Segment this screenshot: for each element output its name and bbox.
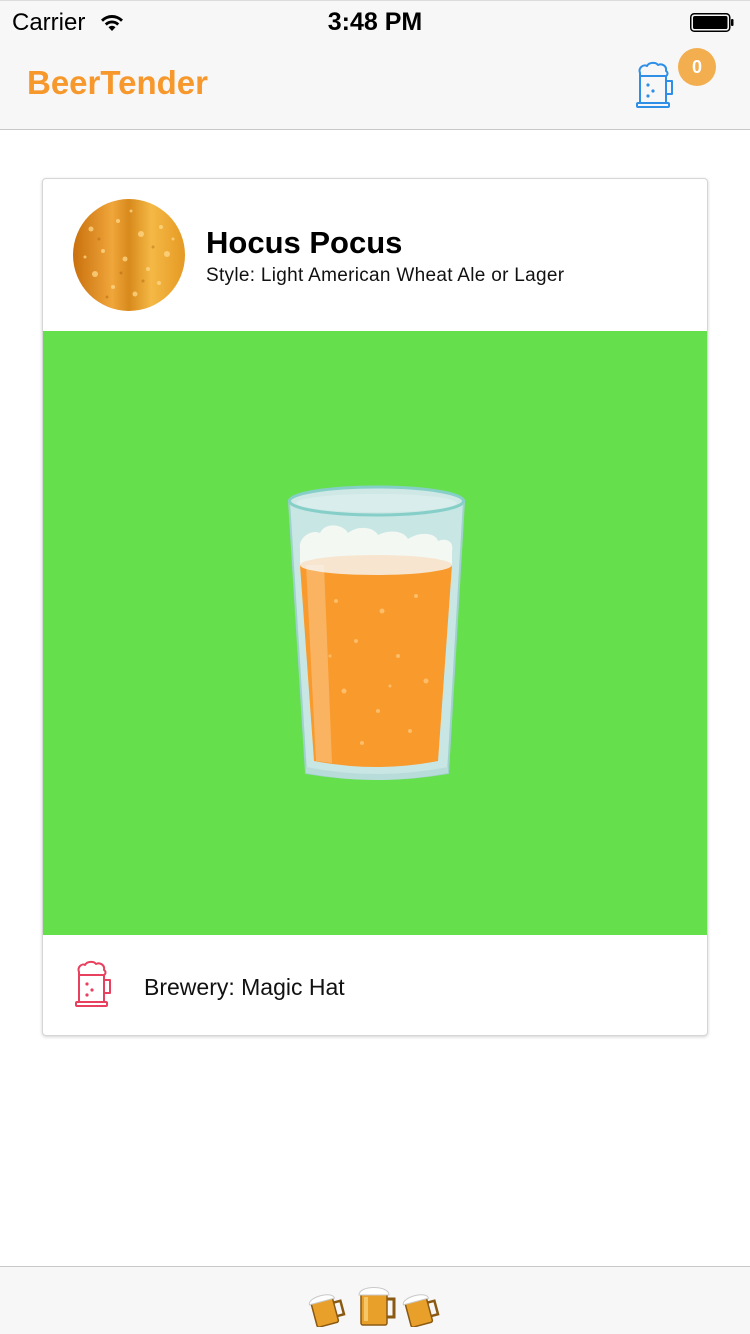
status-bar: Carrier 3:48 PM [0,0,750,40]
nav-bar: BeerTender 0 [0,40,750,130]
cart-count-badge: 0 [678,48,716,86]
app-title: BeerTender [27,64,208,101]
brewery-name: Brewery: Magic Hat [144,974,345,1000]
beer-card-header: Hocus Pocus Style: Light American Wheat … [43,179,707,331]
beer-mug-icon[interactable] [634,60,678,110]
battery-icon [690,13,734,32]
beer-card[interactable]: Hocus Pocus Style: Light American Wheat … [42,178,708,1036]
clock-time: 3:48 PM [327,8,423,36]
clinking-beer-mugs-icon[interactable] [305,1283,445,1327]
beer-mug-icon [75,960,111,1007]
beer-style: Style: Light American Wheat Ale or Lager [206,265,565,286]
beer-name: Hocus Pocus [206,225,403,260]
pint-glass-icon [287,485,466,780]
beer-avatar [73,199,185,311]
beer-card-footer: Brewery: Magic Hat [43,935,707,1035]
tab-bar [0,1266,750,1334]
beer-image [43,331,707,935]
